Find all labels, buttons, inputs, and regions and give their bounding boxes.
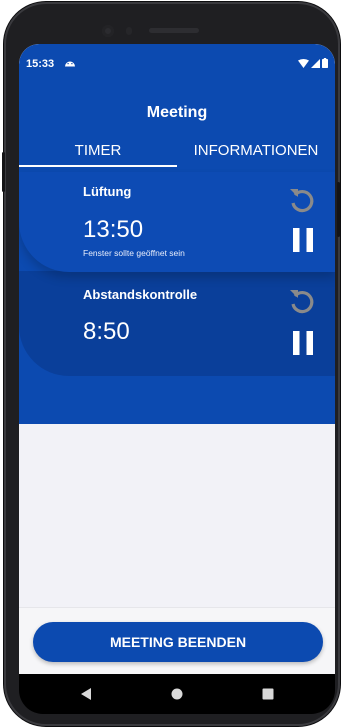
timer-card-lueftung: Lüftung 13:50 Fenster sollte geöffnet se… bbox=[19, 172, 335, 272]
timer-subtitle: Fenster sollte geöffnet sein bbox=[83, 248, 185, 258]
page-title: Meeting bbox=[146, 104, 208, 121]
timer-time: 8:50 bbox=[83, 318, 130, 345]
pause-icon bbox=[293, 331, 313, 355]
power-button bbox=[337, 182, 340, 237]
timer-time: 13:50 bbox=[83, 216, 144, 243]
system-navigation-bar bbox=[19, 674, 335, 714]
timer-label: Abstandskontrolle bbox=[83, 287, 198, 302]
status-bar: 15:33 bbox=[19, 44, 335, 72]
reset-button[interactable] bbox=[285, 184, 319, 218]
status-time: 15:33 bbox=[26, 58, 55, 70]
timer-card-abstandskontrolle: Abstandskontrolle 8:50 bbox=[19, 271, 335, 376]
tab-indicator bbox=[19, 165, 177, 167]
wifi-icon bbox=[298, 58, 309, 68]
android-debug-icon bbox=[65, 61, 75, 67]
back-icon bbox=[81, 688, 91, 700]
front-camera bbox=[102, 25, 114, 37]
recents-icon bbox=[262, 688, 274, 700]
app-screen: 15:33 Meeting TIMER INFORMATIONEN Abstan… bbox=[19, 44, 335, 674]
home-button[interactable] bbox=[167, 684, 187, 704]
tab-informationen[interactable]: INFORMATIONEN bbox=[177, 142, 335, 170]
pause-button[interactable] bbox=[286, 223, 320, 257]
back-button[interactable] bbox=[76, 684, 96, 704]
footer-area: MEETING BEENDEN bbox=[19, 607, 335, 674]
proximity-sensor bbox=[126, 27, 132, 35]
earpiece-speaker bbox=[149, 28, 199, 33]
home-icon bbox=[171, 688, 183, 700]
recents-button[interactable] bbox=[258, 684, 278, 704]
reset-icon bbox=[290, 189, 314, 213]
reset-button[interactable] bbox=[285, 285, 319, 319]
system-icons bbox=[298, 58, 328, 68]
end-meeting-button[interactable]: MEETING BEENDEN bbox=[33, 622, 323, 662]
pause-button[interactable] bbox=[286, 326, 320, 360]
volume-button bbox=[2, 152, 5, 192]
signal-icon bbox=[311, 58, 320, 68]
reset-icon bbox=[290, 290, 314, 314]
pause-icon bbox=[293, 228, 313, 252]
timer-label: Lüftung bbox=[83, 184, 132, 199]
battery-icon bbox=[322, 58, 328, 68]
